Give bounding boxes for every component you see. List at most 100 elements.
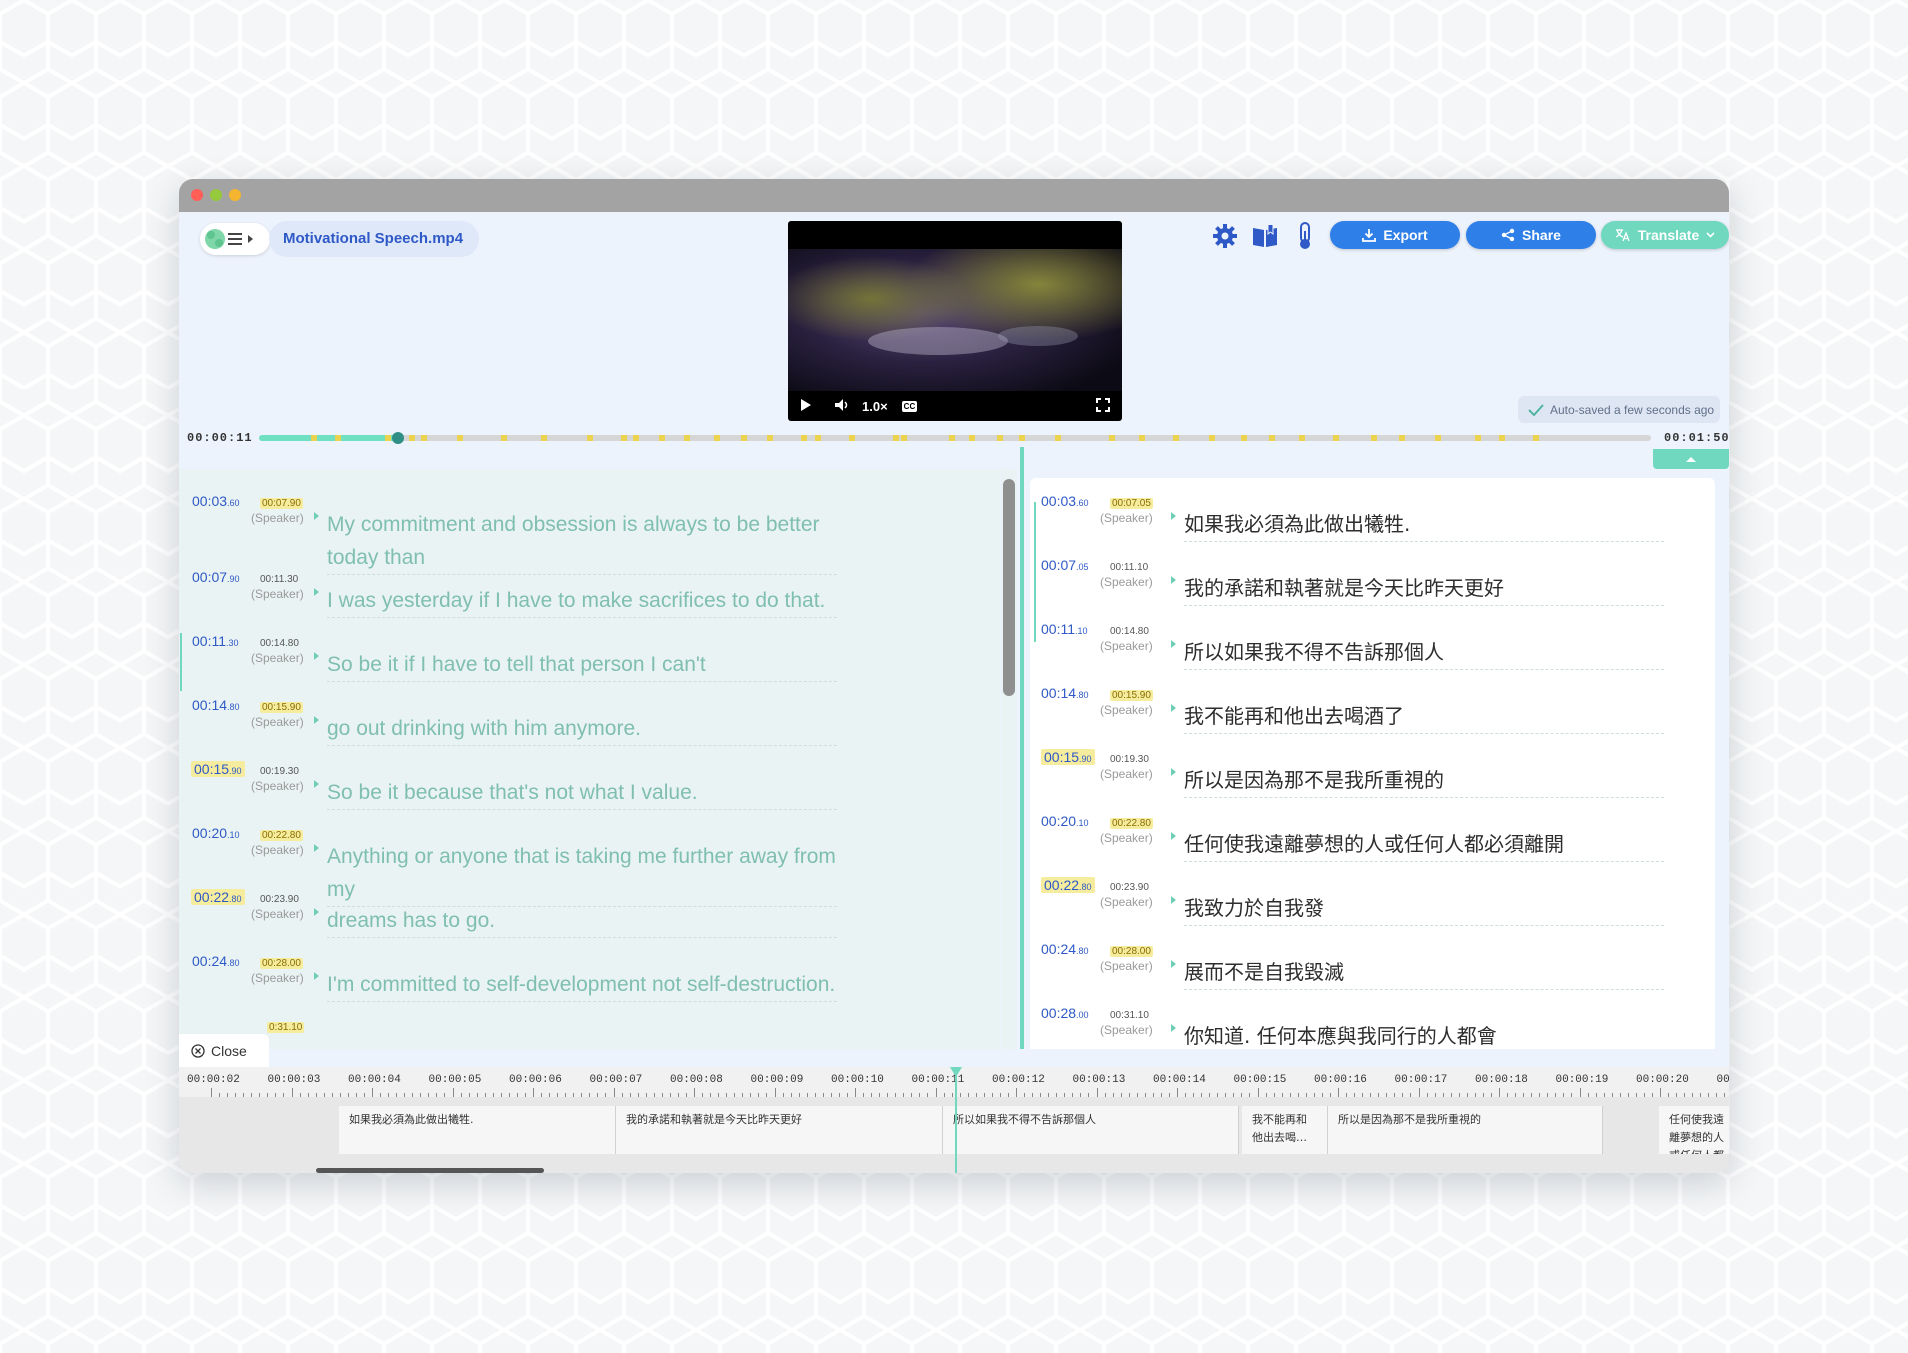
cue-marker[interactable] <box>767 435 773 441</box>
playhead-handle[interactable] <box>950 1067 962 1077</box>
speaker-label[interactable]: (Speaker) <box>251 779 304 793</box>
cue-marker[interactable] <box>1399 435 1405 441</box>
segment-start-time[interactable]: 00:15.90 <box>191 761 245 777</box>
expand-arrow-icon[interactable] <box>314 652 319 660</box>
segment-text[interactable]: 所以是因為那不是我所重視的 <box>1184 764 1664 798</box>
segment-text[interactable]: My commitment and obsession is always to… <box>327 508 837 575</box>
segment-text[interactable]: 我不能再和他出去喝酒了 <box>1184 700 1664 734</box>
expand-arrow-icon[interactable] <box>1171 576 1176 584</box>
cue-marker[interactable] <box>1475 435 1481 441</box>
segment-end-time[interactable]: 00:11.10 <box>1110 562 1148 573</box>
playback-speed[interactable]: 1.0× <box>862 399 888 414</box>
maximize-window-button[interactable] <box>229 189 241 201</box>
speaker-label[interactable]: (Speaker) <box>1100 511 1153 525</box>
share-button[interactable]: Share <box>1466 221 1596 249</box>
expand-arrow-icon[interactable] <box>314 844 319 852</box>
cue-marker[interactable] <box>801 435 807 441</box>
cue-marker[interactable] <box>1299 435 1305 441</box>
segment-start-time[interactable]: 00:24.80 <box>1041 941 1089 957</box>
segment-start-time[interactable]: 00:07.90 <box>192 569 240 585</box>
segment-end-time[interactable]: 00:31.10 <box>1110 1010 1149 1021</box>
cue-marker[interactable] <box>1173 435 1179 441</box>
speaker-label[interactable]: (Speaker) <box>251 843 304 857</box>
segment-end-time[interactable]: 00:23.90 <box>1110 882 1149 893</box>
segment-text[interactable]: 我致力於自我發 <box>1184 892 1664 926</box>
timeline-playhead[interactable] <box>955 1067 957 1173</box>
segment-end-time[interactable]: 00:19.30 <box>260 766 299 777</box>
segment-text[interactable]: 如果我必須為此做出犧牲. <box>1184 508 1664 542</box>
cue-marker[interactable] <box>385 435 391 441</box>
cue-marker[interactable] <box>457 435 463 441</box>
cue-marker[interactable] <box>1435 435 1441 441</box>
timeline-caption-block[interactable]: 任何使我遠離夢想的人或任何人都必須離開 <box>1659 1106 1729 1154</box>
app-menu-button[interactable] <box>200 223 270 255</box>
expand-arrow-icon[interactable] <box>314 716 319 724</box>
segment-end-time[interactable]: 0:31.10 <box>267 1022 305 1033</box>
cue-marker[interactable] <box>1109 435 1115 441</box>
timeline-caption-block[interactable]: 如果我必須為此做出犧牲. <box>339 1106 616 1154</box>
cue-marker[interactable] <box>1333 435 1339 441</box>
timeline-caption-block[interactable]: 我的承諾和執著就是今天比昨天更好 <box>616 1106 943 1154</box>
segment-start-time[interactable]: 00:28.00 <box>1041 1005 1089 1021</box>
segment-text[interactable]: So be it if I have to tell that person I… <box>327 648 837 682</box>
segment-end-time[interactable]: 00:15.90 <box>1110 690 1153 701</box>
segment-text[interactable]: I'm committed to self-development not se… <box>327 968 837 1002</box>
speaker-label[interactable]: (Speaker) <box>1100 575 1153 589</box>
collapse-panel-button[interactable] <box>1653 449 1729 469</box>
segment-end-time[interactable]: 00:28.00 <box>1110 946 1153 957</box>
timeline-caption-block[interactable]: 我不能再和他出去喝… <box>1242 1106 1328 1154</box>
cue-marker[interactable] <box>501 435 507 441</box>
segment-start-time[interactable]: 00:03.60 <box>1041 493 1089 509</box>
segment-start-time[interactable]: 00:03.60 <box>192 493 240 509</box>
cue-marker[interactable] <box>893 435 899 441</box>
timeline-caption-block[interactable]: 所以如果我不得不告訴那個人 <box>943 1106 1239 1154</box>
cue-marker[interactable] <box>1209 435 1215 441</box>
speaker-label[interactable]: (Speaker) <box>1100 639 1153 653</box>
cue-marker[interactable] <box>311 435 317 441</box>
expand-arrow-icon[interactable] <box>314 588 319 596</box>
segment-end-time[interactable]: 00:28.00 <box>260 958 303 969</box>
timeline-caption-block[interactable]: 所以是因為那不是我所重視的 <box>1328 1106 1603 1154</box>
close-window-button[interactable] <box>191 189 203 201</box>
segment-text[interactable]: 所以如果我不得不告訴那個人 <box>1184 636 1664 670</box>
cue-marker[interactable] <box>1019 435 1025 441</box>
segment-text[interactable]: 你知道. 任何本應與我同行的人都會 <box>1184 1020 1664 1049</box>
expand-arrow-icon[interactable] <box>1171 512 1176 520</box>
cue-marker[interactable] <box>421 435 427 441</box>
segment-start-time[interactable]: 00:20.10 <box>192 825 240 841</box>
cue-marker[interactable] <box>1055 435 1061 441</box>
expand-arrow-icon[interactable] <box>1171 832 1176 840</box>
segment-start-time[interactable]: 00:22.80 <box>191 889 245 905</box>
cue-marker[interactable] <box>1269 435 1275 441</box>
fullscreen-icon[interactable] <box>1096 397 1110 415</box>
segment-start-time[interactable]: 00:14.80 <box>192 697 240 713</box>
gear-icon[interactable] <box>1208 219 1242 253</box>
cue-marker[interactable] <box>409 435 415 441</box>
segment-end-time[interactable]: 00:07.90 <box>260 498 303 509</box>
segment-end-time[interactable]: 00:22.80 <box>260 830 303 841</box>
speaker-label[interactable]: (Speaker) <box>1100 703 1153 717</box>
expand-arrow-icon[interactable] <box>1171 768 1176 776</box>
speaker-label[interactable]: (Speaker) <box>1100 831 1153 845</box>
segment-text[interactable]: 展而不是自我毀滅 <box>1184 956 1664 990</box>
cue-marker[interactable] <box>714 435 720 441</box>
minimize-window-button[interactable] <box>210 189 222 201</box>
video-player[interactable]: 1.0× CC <box>788 221 1122 421</box>
export-button[interactable]: Export <box>1330 221 1460 249</box>
segment-text[interactable]: So be it because that's not what I value… <box>327 776 837 810</box>
speaker-label[interactable]: (Speaker) <box>251 907 304 921</box>
speaker-label[interactable]: (Speaker) <box>1100 767 1153 781</box>
segment-text[interactable]: I was yesterday if I have to make sacrif… <box>327 584 837 618</box>
segment-end-time[interactable]: 00:14.80 <box>260 638 299 649</box>
cue-marker[interactable] <box>659 435 665 441</box>
segment-start-time[interactable]: 00:24.80 <box>192 953 240 969</box>
cue-marker[interactable] <box>684 435 690 441</box>
cue-marker[interactable] <box>901 435 907 441</box>
cue-marker[interactable] <box>741 435 747 441</box>
expand-arrow-icon[interactable] <box>314 780 319 788</box>
cue-marker[interactable] <box>849 435 855 441</box>
progress-bar[interactable] <box>259 432 1651 444</box>
progress-handle[interactable] <box>392 432 405 444</box>
timeline[interactable]: 00:00:02 00:00:03 00:00:04 00:00:05 00:00:06… <box>179 1067 1729 1173</box>
cue-marker[interactable] <box>621 435 627 441</box>
